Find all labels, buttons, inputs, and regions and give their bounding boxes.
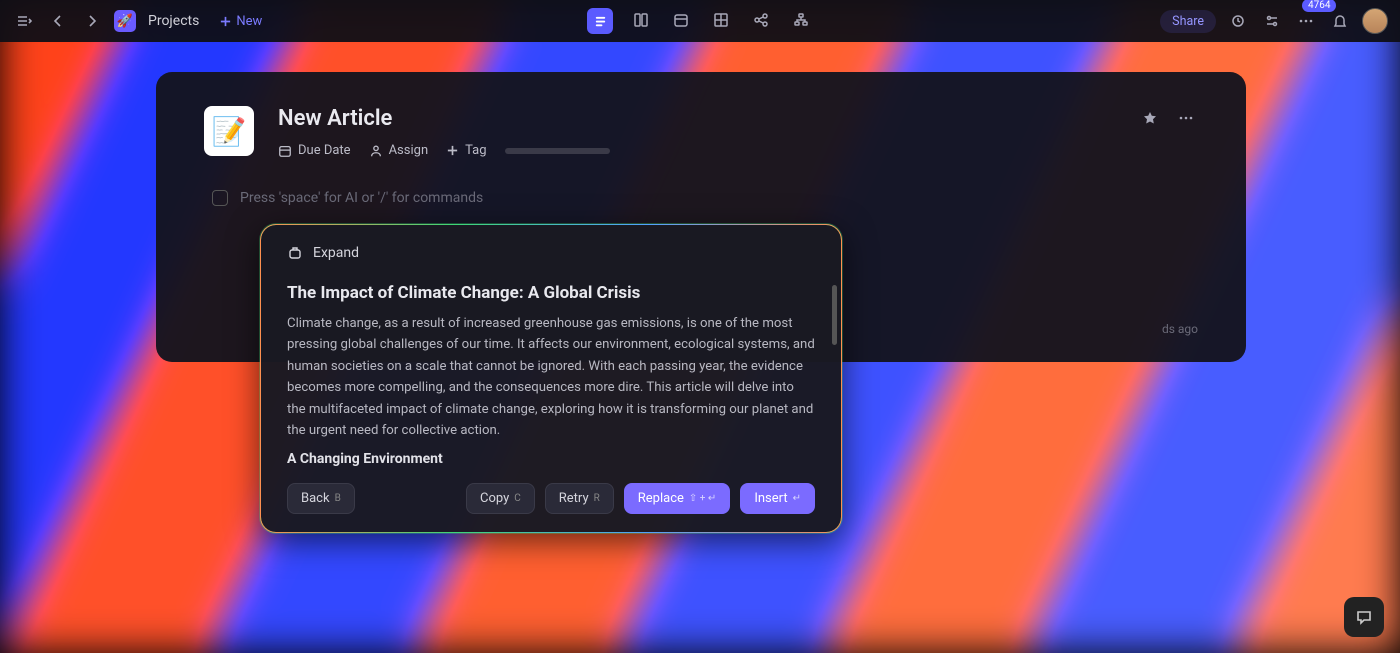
insert-key: ↵ xyxy=(793,493,801,504)
view-doc-icon[interactable] xyxy=(587,8,613,34)
ai-subheading: A Changing Environment xyxy=(287,451,815,467)
chat-fab[interactable] xyxy=(1344,597,1384,637)
copy-label: Copy xyxy=(480,491,509,506)
back-key: B xyxy=(335,493,341,504)
new-label: New xyxy=(236,14,262,29)
ai-heading: The Impact of Climate Change: A Global C… xyxy=(287,283,815,303)
insert-label: Insert xyxy=(754,491,787,506)
ai-paragraph: Climate change, as a result of increased… xyxy=(287,313,815,441)
star-icon[interactable] xyxy=(1138,106,1162,130)
due-date-label: Due Date xyxy=(298,143,351,158)
new-button[interactable]: New xyxy=(219,14,262,29)
article-title[interactable]: New Article xyxy=(278,106,1114,131)
replace-button[interactable]: Replace ⇧ + ↵ xyxy=(624,483,731,514)
replace-key: ⇧ + ↵ xyxy=(689,493,716,504)
assign-button[interactable]: Assign xyxy=(369,143,429,158)
editor-placeholder[interactable]: Press 'space' for AI or '/' for commands xyxy=(240,190,483,206)
timestamp: ds ago xyxy=(1162,322,1198,336)
share-button[interactable]: Share xyxy=(1160,10,1216,33)
app-icon[interactable]: 🚀 xyxy=(114,10,136,32)
view-split-icon[interactable] xyxy=(629,8,653,32)
tag-button[interactable]: Tag xyxy=(446,143,486,158)
credit-badge: 4764 xyxy=(1302,0,1336,12)
retry-button[interactable]: Retry R xyxy=(545,483,614,514)
back-icon[interactable] xyxy=(46,9,70,33)
expand-button[interactable]: Expand xyxy=(287,245,815,261)
settings-icon[interactable] xyxy=(1260,9,1284,33)
replace-label: Replace xyxy=(638,491,684,506)
ai-content: The Impact of Climate Change: A Global C… xyxy=(287,283,815,467)
expand-label: Expand xyxy=(313,245,359,261)
notifications-icon[interactable] xyxy=(1328,9,1352,33)
ai-scrollbar[interactable] xyxy=(832,285,837,345)
article-emoji-icon[interactable]: 📝 xyxy=(204,106,254,156)
refresh-icon[interactable] xyxy=(1226,9,1250,33)
card-more-icon[interactable] xyxy=(1174,106,1198,130)
view-share-icon[interactable] xyxy=(749,8,773,32)
back-button[interactable]: Back B xyxy=(287,483,355,514)
breadcrumb[interactable]: Projects xyxy=(148,13,199,29)
insert-button[interactable]: Insert ↵ xyxy=(740,483,815,514)
forward-icon[interactable] xyxy=(80,9,104,33)
due-date-button[interactable]: Due Date xyxy=(278,143,351,158)
topbar: 🚀 Projects New Share xyxy=(0,0,1400,42)
copy-button[interactable]: Copy C xyxy=(466,483,535,514)
more-icon[interactable] xyxy=(1294,9,1318,33)
ai-popup: Expand The Impact of Climate Change: A G… xyxy=(260,224,842,533)
retry-key: R xyxy=(594,493,600,504)
copy-key: C xyxy=(514,493,521,504)
meta-placeholder xyxy=(505,148,610,154)
sidebar-toggle-icon[interactable] xyxy=(12,9,36,33)
retry-label: Retry xyxy=(559,491,589,506)
avatar[interactable] xyxy=(1362,8,1388,34)
tag-label: Tag xyxy=(465,143,486,158)
view-org-icon[interactable] xyxy=(789,8,813,32)
view-calendar-icon[interactable] xyxy=(669,8,693,32)
back-label: Back xyxy=(301,491,330,506)
view-table-icon[interactable] xyxy=(709,8,733,32)
assign-label: Assign xyxy=(389,143,429,158)
task-checkbox[interactable] xyxy=(212,190,228,206)
